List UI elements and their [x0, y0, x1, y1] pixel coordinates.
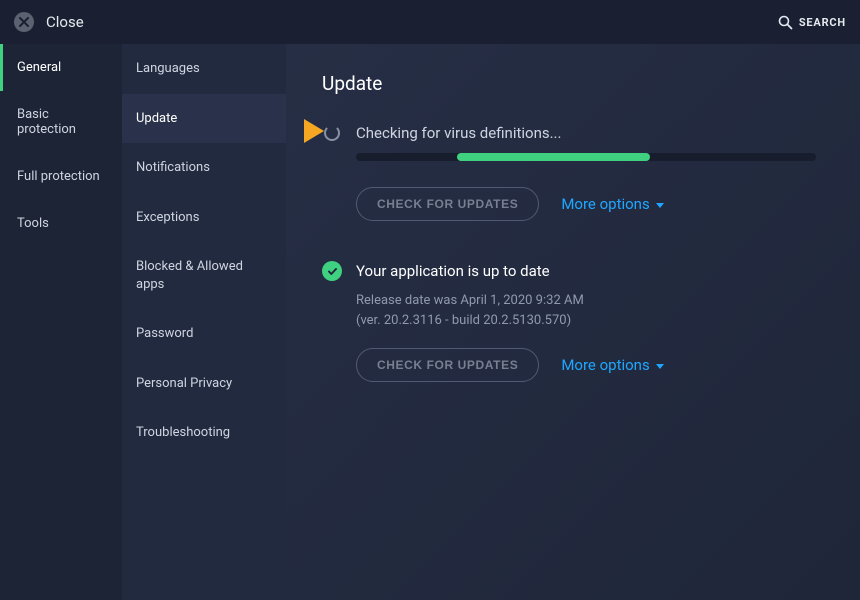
nav2-item-troubleshooting[interactable]: Troubleshooting — [122, 408, 286, 458]
page-title: Update — [322, 72, 824, 95]
more-options-label-app: More options — [561, 356, 649, 374]
chevron-down-icon — [656, 203, 664, 208]
chevron-down-icon — [656, 364, 664, 369]
nav2-item-notifications[interactable]: Notifications — [122, 143, 286, 193]
spinner-icon — [322, 123, 342, 143]
main-panel: Update Checking for virus definitions...… — [286, 44, 860, 600]
more-options-link-app[interactable]: More options — [561, 356, 663, 374]
nav1-item-basic-protection[interactable]: Basic protection — [0, 91, 122, 153]
app-update-status-text: Your application is up to date — [356, 262, 550, 280]
nav1-item-general[interactable]: General — [0, 44, 122, 91]
check-updates-button-defs[interactable]: CHECK FOR UPDATES — [356, 187, 539, 221]
more-options-link-defs[interactable]: More options — [561, 195, 663, 213]
app-version: (ver. 20.2.3116 - build 20.2.5130.570) — [356, 311, 824, 331]
nav2-item-personal-privacy[interactable]: Personal Privacy — [122, 359, 286, 409]
close-icon — [19, 17, 29, 27]
nav2-item-update[interactable]: Update — [122, 94, 286, 144]
search-label: SEARCH — [799, 16, 846, 29]
app-release-date: Release date was April 1, 2020 9:32 AM — [356, 291, 824, 311]
check-circle-icon — [322, 261, 342, 281]
virus-defs-progress-fill — [457, 153, 650, 161]
section-virus-definitions: Checking for virus definitions... CHECK … — [310, 123, 824, 221]
nav1-item-tools[interactable]: Tools — [0, 200, 122, 247]
search-button[interactable]: SEARCH — [778, 15, 846, 30]
nav2-item-languages[interactable]: Languages — [122, 44, 286, 94]
primary-sidebar: General Basic protection Full protection… — [0, 44, 122, 600]
nav2-item-exceptions[interactable]: Exceptions — [122, 193, 286, 243]
more-options-label-defs: More options — [561, 195, 649, 213]
close-label: Close — [46, 13, 84, 31]
nav1-item-full-protection[interactable]: Full protection — [0, 153, 122, 200]
check-updates-button-app[interactable]: CHECK FOR UPDATES — [356, 348, 539, 382]
topbar: Close SEARCH — [0, 0, 860, 44]
nav2-item-password[interactable]: Password — [122, 309, 286, 359]
secondary-sidebar: Languages Update Notifications Exception… — [122, 44, 286, 600]
section-app-update: Your application is up to date Release d… — [310, 261, 824, 382]
virus-defs-progress — [356, 153, 816, 161]
close-button[interactable] — [14, 12, 34, 32]
nav2-item-blocked-allowed[interactable]: Blocked & Allowed apps — [122, 242, 286, 309]
virus-defs-status-text: Checking for virus definitions... — [356, 124, 561, 142]
tutorial-pointer-icon — [304, 119, 324, 143]
search-icon — [778, 15, 793, 30]
